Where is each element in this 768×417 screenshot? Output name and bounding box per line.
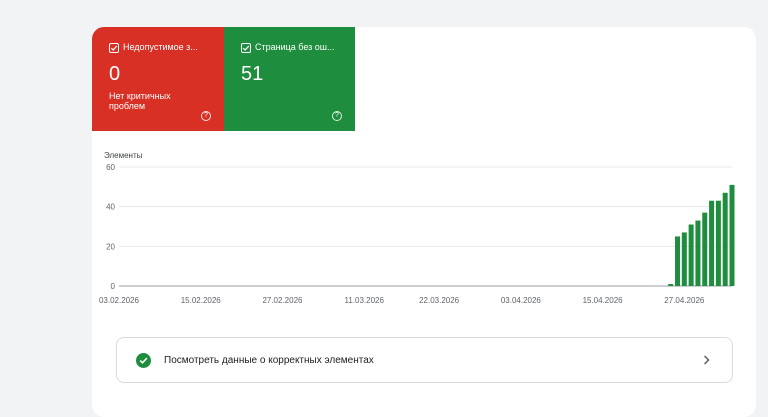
chart-bar[interactable]	[675, 236, 681, 286]
chart-bar[interactable]	[695, 220, 701, 286]
chart-bar[interactable]	[722, 192, 728, 286]
chart-x-tick-label: 27.02.2026	[262, 296, 303, 305]
chart-x-tick-label: 15.04.2026	[583, 296, 624, 305]
status-card: Недопустимое з... 0 Нет критичных пробле…	[92, 27, 756, 417]
chart-y-tick-label: 20	[106, 242, 115, 251]
chart-bar[interactable]	[688, 224, 694, 286]
chart-x-tick-label: 22.03.2026	[419, 296, 460, 305]
chart-bar[interactable]	[702, 212, 708, 286]
chart-x-tick-label: 11.03.2026	[344, 296, 384, 305]
items-bar-chart: Элементы 0 20 40 60 03.02.2026 15.02.2026 27.…	[99, 151, 735, 305]
chart-x-ticks: 03.02.2026 15.02.2026 27.02.2026 11.03.2026…	[99, 296, 705, 305]
chart-bar[interactable]	[681, 232, 687, 286]
chart-bar[interactable]	[709, 200, 715, 286]
check-circle-icon	[136, 353, 151, 368]
chart-x-tick-label: 27.04.2026	[664, 296, 705, 305]
chevron-right-icon	[703, 355, 710, 365]
chart-bar[interactable]	[668, 284, 674, 286]
chart-bar[interactable]	[715, 200, 721, 286]
chart-y-tick-label: 0	[111, 282, 116, 291]
chart-y-axis-title: Элементы	[104, 151, 143, 160]
view-valid-items-label: Посмотреть данные о корректных элементах	[164, 355, 374, 366]
chart-gridlines: 0 20 40 60	[106, 163, 732, 291]
chart-y-tick-label: 60	[106, 163, 115, 172]
chart-x-tick-label: 15.02.2026	[181, 296, 222, 305]
chart-x-tick-label: 03.02.2026	[99, 296, 140, 305]
view-valid-items-button[interactable]: Посмотреть данные о корректных элементах	[116, 337, 733, 383]
chart-bar[interactable]	[729, 184, 735, 286]
chart-y-tick-label: 40	[106, 203, 115, 212]
chart-x-tick-label: 03.04.2026	[501, 296, 542, 305]
chart-bars	[668, 184, 735, 286]
